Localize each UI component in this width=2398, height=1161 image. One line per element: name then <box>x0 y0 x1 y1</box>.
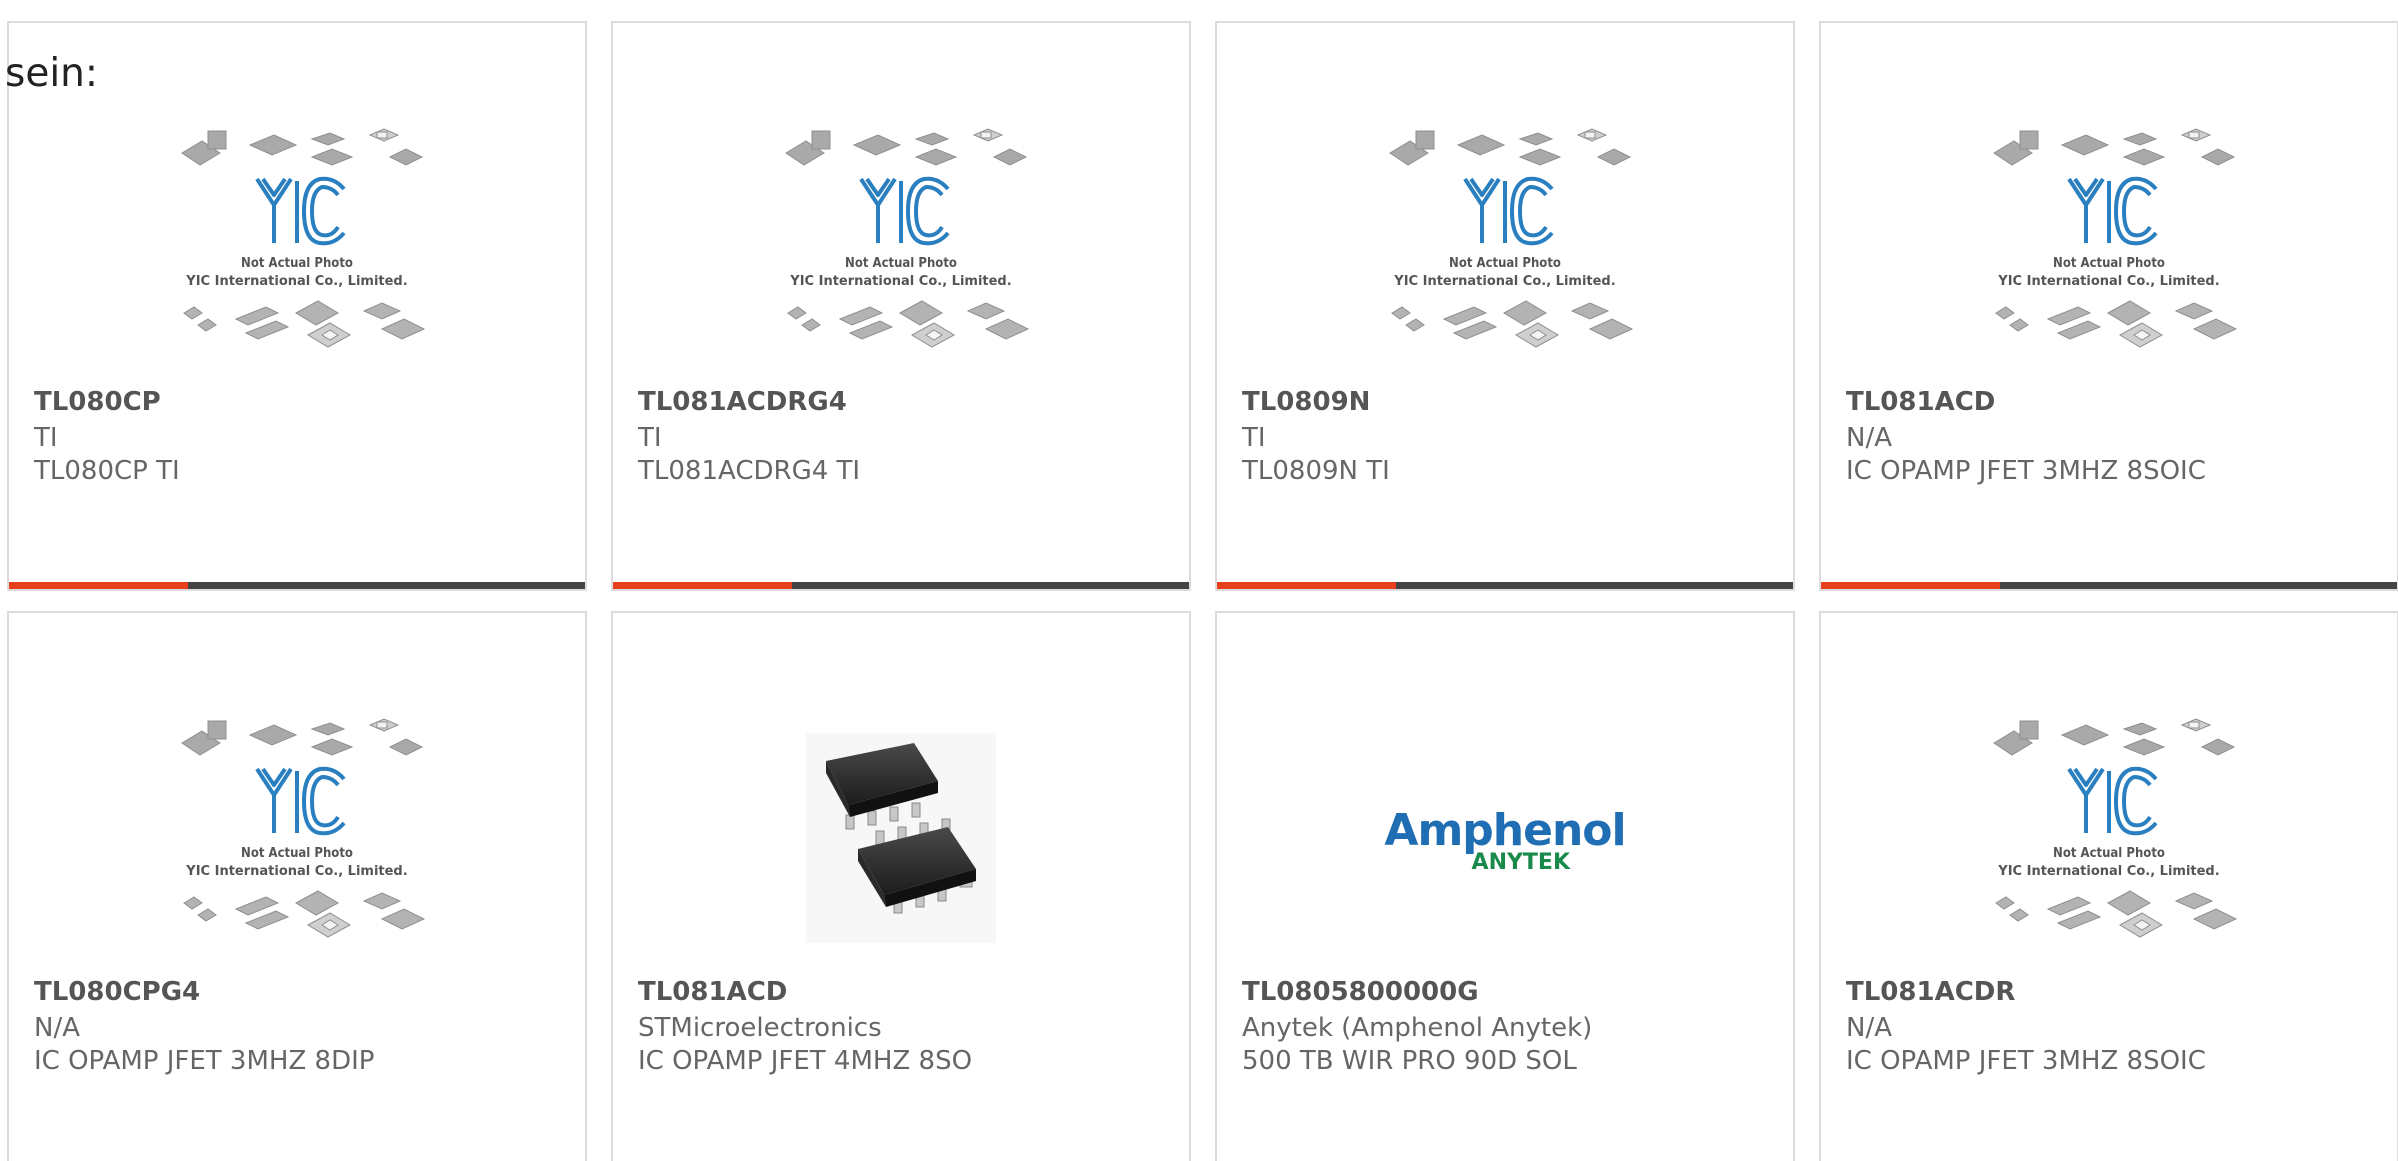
svg-text:YIC International Co., Limited: YIC International Co., Limited. <box>1997 274 2219 289</box>
product-grid-page: sein: Not Actual Photo YIC International… <box>0 0 2398 1161</box>
svg-text:YIC International Co., Limited: YIC International Co., Limited. <box>789 274 1011 289</box>
svg-text:Not Actual Photo: Not Actual Photo <box>2053 846 2165 861</box>
part-number[interactable]: TL081ACD <box>1846 387 1995 417</box>
card-progress-bar <box>613 582 1189 589</box>
manufacturer: N/A <box>34 1013 80 1043</box>
product-card[interactable]: TL081ACD STMicroelectronics IC OPAMP JFE… <box>611 611 1191 1161</box>
manufacturer: Anytek (Amphenol Anytek) <box>1242 1013 1593 1043</box>
product-card[interactable]: Not Actual Photo YIC International Co., … <box>1819 21 2398 591</box>
manufacturer: N/A <box>1846 423 1892 453</box>
product-image-placeholder: Not Actual Photo YIC International Co., … <box>162 703 432 973</box>
svg-text:Not Actual Photo: Not Actual Photo <box>241 846 353 861</box>
svg-text:Not Actual Photo: Not Actual Photo <box>241 256 353 271</box>
svg-text:YIC International Co., Limited: YIC International Co., Limited. <box>185 864 407 879</box>
svg-text:Not Actual Photo: Not Actual Photo <box>845 256 957 271</box>
product-image-chip <box>766 703 1036 973</box>
svg-text:YIC International Co., Limited: YIC International Co., Limited. <box>185 274 407 289</box>
description: TL080CP TI <box>34 456 180 486</box>
part-number[interactable]: TL0809N <box>1242 387 1370 417</box>
product-card[interactable]: Not Actual Photo YIC International Co., … <box>1215 21 1795 591</box>
progress-accent <box>1821 582 2000 589</box>
manufacturer: TI <box>34 423 58 453</box>
product-image-placeholder: Not Actual Photo YIC International Co., … <box>1974 113 2244 383</box>
header-text: sein: <box>5 51 99 96</box>
manufacturer: TI <box>1242 423 1266 453</box>
svg-text:YIC International Co., Limited: YIC International Co., Limited. <box>1393 274 1615 289</box>
description: IC OPAMP JFET 3MHZ 8SOIC <box>1846 456 2206 486</box>
description: TL081ACDRG4 TI <box>638 456 861 486</box>
description: IC OPAMP JFET 4MHZ 8SO <box>638 1046 973 1076</box>
description: TL0809N TI <box>1242 456 1390 486</box>
product-card[interactable]: Amphenol ANYTEK TL0805800000G Anytek (Am… <box>1215 611 1795 1161</box>
card-progress-bar <box>1821 582 2397 589</box>
part-number[interactable]: TL080CPG4 <box>34 977 200 1007</box>
manufacturer-logo: Amphenol ANYTEK <box>1370 703 1640 973</box>
part-number[interactable]: TL081ACDRG4 <box>638 387 847 417</box>
card-progress-bar <box>1217 582 1793 589</box>
description: IC OPAMP JFET 3MHZ 8DIP <box>34 1046 375 1076</box>
product-image-placeholder: Not Actual Photo YIC International Co., … <box>162 113 432 383</box>
product-card[interactable]: Not Actual Photo YIC International Co., … <box>7 611 587 1161</box>
product-card[interactable]: Not Actual Photo YIC International Co., … <box>611 21 1191 591</box>
product-card[interactable]: Not Actual Photo YIC International Co., … <box>7 21 587 591</box>
progress-accent <box>1217 582 1396 589</box>
svg-text:Not Actual Photo: Not Actual Photo <box>1449 256 1561 271</box>
product-image-placeholder: Not Actual Photo YIC International Co., … <box>766 113 1036 383</box>
manufacturer: N/A <box>1846 1013 1892 1043</box>
product-card[interactable]: Not Actual Photo YIC International Co., … <box>1819 611 2398 1161</box>
part-number[interactable]: TL0805800000G <box>1242 977 1479 1007</box>
product-image-placeholder: Not Actual Photo YIC International Co., … <box>1974 703 2244 973</box>
part-number[interactable]: TL080CP <box>34 387 161 417</box>
card-progress-bar <box>9 582 585 589</box>
product-image-placeholder: Not Actual Photo YIC International Co., … <box>1370 113 1640 383</box>
svg-text:ANYTEK: ANYTEK <box>1472 850 1571 875</box>
svg-text:Amphenol: Amphenol <box>1384 805 1625 856</box>
progress-accent <box>613 582 792 589</box>
description: 500 TB WIR PRO 90D SOL <box>1242 1046 1577 1076</box>
svg-text:YIC International Co., Limited: YIC International Co., Limited. <box>1997 864 2219 879</box>
part-number[interactable]: TL081ACD <box>638 977 787 1007</box>
manufacturer: STMicroelectronics <box>638 1013 882 1043</box>
svg-text:Not Actual Photo: Not Actual Photo <box>2053 256 2165 271</box>
description: IC OPAMP JFET 3MHZ 8SOIC <box>1846 1046 2206 1076</box>
progress-accent <box>9 582 188 589</box>
manufacturer: TI <box>638 423 662 453</box>
part-number[interactable]: TL081ACDR <box>1846 977 2015 1007</box>
